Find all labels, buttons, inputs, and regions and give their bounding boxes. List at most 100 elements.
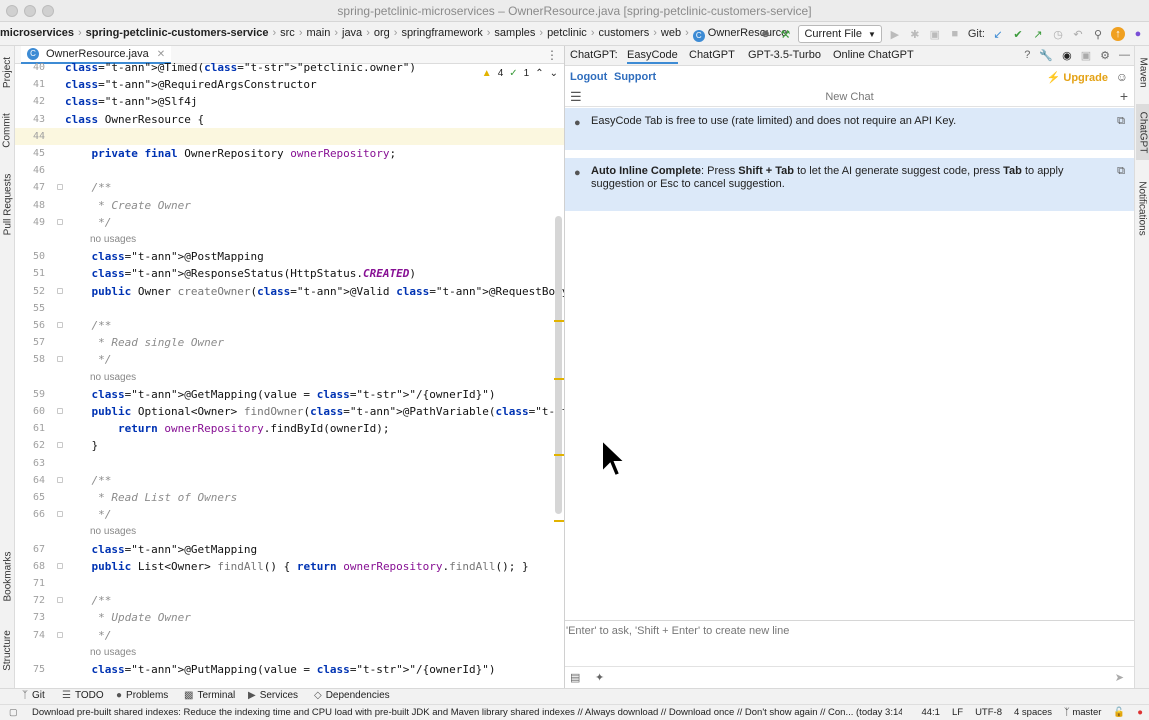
- file-encoding[interactable]: UTF-8: [975, 707, 1002, 718]
- code-line[interactable]: 59 class="t-ann">@GetMapping(value = cla…: [15, 386, 564, 403]
- code-line[interactable]: 67 class="t-ann">@GetMapping: [15, 541, 564, 558]
- breadcrumb-item[interactable]: customers: [598, 27, 649, 39]
- gear-icon[interactable]: ⚙: [1100, 49, 1110, 62]
- code-line[interactable]: 64 /**: [15, 472, 564, 489]
- hammer-icon[interactable]: ⚒: [778, 27, 792, 41]
- search-icon[interactable]: ⚲: [1091, 27, 1105, 41]
- breadcrumb-item[interactable]: microservices: [0, 27, 74, 39]
- chat-input[interactable]: 'Enter' to ask, 'Shift + Enter' to creat…: [565, 620, 1134, 666]
- commit-check-icon[interactable]: ✔: [1011, 27, 1025, 41]
- services-tool-button[interactable]: ▶ Services: [248, 690, 298, 701]
- breadcrumb-item[interactable]: petclinic: [547, 27, 587, 39]
- tab-gpt-35-turbo[interactable]: GPT-3.5-Turbo: [748, 49, 821, 61]
- code-line[interactable]: 62 }: [15, 437, 564, 454]
- fold-marker-icon[interactable]: [57, 597, 63, 604]
- code-line[interactable]: 55: [15, 300, 564, 317]
- upgrade-link[interactable]: ⚡ Upgrade: [1047, 71, 1108, 84]
- indent-setting[interactable]: 4 spaces: [1014, 707, 1052, 718]
- inspection-widget[interactable]: ▲ 4 ✓ 1 ⌃ ⌄: [482, 68, 558, 79]
- code-line[interactable]: 42 class="t-ann">@Slf4j: [15, 93, 564, 110]
- breadcrumb-item[interactable]: main: [306, 27, 330, 39]
- code-line[interactable]: 58 */: [15, 351, 564, 368]
- support-link[interactable]: Support: [614, 71, 656, 83]
- structure-tool-tab[interactable]: Structure: [1, 622, 14, 678]
- code-line[interactable]: 74 */: [15, 627, 564, 644]
- code-line[interactable]: 44: [15, 127, 564, 145]
- help-icon[interactable]: ?: [1024, 49, 1030, 62]
- dependencies-tool-button[interactable]: ◇ Dependencies: [314, 690, 390, 701]
- history-icon[interactable]: ◷: [1051, 27, 1065, 41]
- pull-requests-tool-tab[interactable]: Pull Requests: [1, 168, 14, 240]
- history-icon[interactable]: ▤: [570, 671, 580, 684]
- fold-marker-icon[interactable]: [57, 442, 63, 449]
- code-line[interactable]: 52 public Owner createOwner(class="t-ann…: [15, 283, 564, 300]
- send-icon[interactable]: ➤: [1115, 671, 1124, 684]
- fold-marker-icon[interactable]: [57, 562, 63, 569]
- chevron-down-icon[interactable]: ⌄: [550, 68, 558, 79]
- error-stripe-mark[interactable]: [554, 454, 564, 456]
- wrench-icon[interactable]: 🔧: [1039, 49, 1053, 62]
- problems-tool-button[interactable]: ● Problems: [116, 690, 168, 701]
- fold-marker-icon[interactable]: [57, 511, 63, 518]
- coverage-icon[interactable]: ▣: [928, 27, 942, 41]
- plugin-logo-icon[interactable]: ●: [1131, 27, 1145, 41]
- code-line[interactable]: 66 */: [15, 506, 564, 523]
- error-icon[interactable]: ●: [1137, 707, 1143, 718]
- code-line[interactable]: 75 class="t-ann">@PutMapping(value = cla…: [15, 661, 564, 678]
- code-area[interactable]: 40 class="t-ann">@Timed(class="t-str">"pe…: [15, 61, 564, 688]
- maven-tool-tab[interactable]: Maven: [1136, 50, 1149, 94]
- fold-marker-icon[interactable]: [57, 184, 63, 191]
- update-project-icon[interactable]: ↙: [991, 27, 1005, 41]
- code-line[interactable]: 71: [15, 575, 564, 592]
- copy-icon[interactable]: ⧉: [1117, 165, 1125, 178]
- notifications-tool-tab[interactable]: Notifications: [1136, 170, 1149, 246]
- tab-easycode[interactable]: EasyCode: [627, 49, 678, 64]
- fold-marker-icon[interactable]: [57, 322, 63, 328]
- code-line[interactable]: 72 /**: [15, 592, 564, 609]
- editor-scrollbar[interactable]: [555, 216, 562, 514]
- ide-update-icon[interactable]: ↑: [1111, 27, 1125, 41]
- git-branch[interactable]: ᛉ master: [1064, 707, 1101, 718]
- code-line[interactable]: 63: [15, 455, 564, 472]
- breadcrumb-item[interactable]: samples: [494, 27, 535, 39]
- sparkle-icon[interactable]: ✦: [595, 671, 604, 684]
- code-line[interactable]: 48 * Create Owner: [15, 197, 564, 214]
- caret-position[interactable]: 44:1: [921, 707, 940, 718]
- stop-icon[interactable]: ■: [948, 27, 962, 41]
- fold-marker-icon[interactable]: [57, 408, 63, 414]
- chevron-up-icon[interactable]: ⌃: [535, 68, 543, 79]
- lock-icon[interactable]: 🔓: [1113, 707, 1125, 718]
- code-line[interactable]: 43 class OwnerResource {: [15, 111, 564, 128]
- breadcrumb-item[interactable]: java: [342, 27, 362, 39]
- code-line[interactable]: 60 public Optional<Owner> findOwner(clas…: [15, 403, 564, 420]
- fold-marker-icon[interactable]: [57, 287, 63, 294]
- error-stripe-mark[interactable]: [554, 378, 564, 380]
- code-line[interactable]: 46: [15, 162, 564, 179]
- code-line[interactable]: 61 return ownerRepository.findById(owner…: [15, 420, 564, 437]
- run-icon[interactable]: ▶: [888, 27, 902, 41]
- project-tool-tab[interactable]: Project: [1, 50, 14, 94]
- chatgpt-tool-tab[interactable]: ChatGPT: [1136, 104, 1149, 160]
- error-stripe-mark[interactable]: [554, 320, 564, 322]
- commit-tool-tab[interactable]: Commit: [1, 108, 14, 152]
- todo-tool-button[interactable]: ☰ TODO: [62, 690, 104, 701]
- fold-marker-icon[interactable]: [57, 356, 63, 363]
- close-icon[interactable]: ✕: [157, 49, 165, 60]
- code-line[interactable]: 45 private final OwnerRepository ownerRe…: [15, 145, 564, 162]
- usage-hint[interactable]: no usages: [90, 644, 136, 661]
- usage-hint[interactable]: no usages: [90, 523, 136, 540]
- code-line[interactable]: 68 public List<Owner> findAll() { return…: [15, 558, 564, 575]
- usage-hint[interactable]: no usages: [90, 369, 136, 386]
- breadcrumb-item[interactable]: org: [374, 27, 390, 39]
- tab-chatgpt[interactable]: ChatGPT: [689, 49, 735, 61]
- bookmarks-tool-tab[interactable]: Bookmarks: [1, 546, 14, 606]
- fold-marker-icon[interactable]: [57, 631, 63, 638]
- copy-icon[interactable]: ⧉: [1117, 115, 1125, 128]
- breadcrumb-item[interactable]: spring-petclinic-customers-service: [86, 27, 269, 39]
- line-separator[interactable]: LF: [952, 707, 963, 718]
- layout-icon[interactable]: ▢: [9, 707, 18, 718]
- push-icon[interactable]: ↗: [1031, 27, 1045, 41]
- code-line[interactable]: 51 class="t-ann">@ResponseStatus(HttpSta…: [15, 265, 564, 282]
- github-icon[interactable]: ◉: [1062, 49, 1072, 62]
- usage-hint[interactable]: no usages: [90, 231, 136, 248]
